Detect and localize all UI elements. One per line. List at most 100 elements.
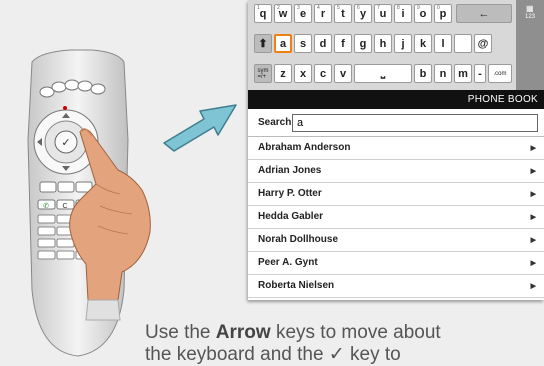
at-icon: @ (477, 37, 489, 50)
key-label: l (441, 37, 445, 50)
key-label: h (379, 37, 387, 50)
contact-row[interactable]: Harry P. Otter ▶ (248, 183, 544, 206)
key-label: a (279, 37, 287, 50)
key-x[interactable]: x (294, 64, 312, 83)
key-label: j (401, 37, 405, 50)
chevron-right-icon: ▶ (530, 145, 536, 152)
key-v[interactable]: v (334, 64, 352, 83)
key-num: 5 (337, 5, 340, 11)
contact-name: Harry P. Otter (258, 188, 322, 199)
contact-row[interactable]: Peer A. Gynt ▶ (248, 252, 544, 275)
space-icon: ⎵ (380, 67, 386, 79)
contact-name: Norah Dollhouse (258, 234, 339, 245)
dotcom-key[interactable]: .com (488, 64, 512, 83)
contact-row[interactable]: Hedda Gabler ▶ (248, 206, 544, 229)
key-blank[interactable] (454, 34, 472, 53)
key-label: w (278, 7, 288, 20)
dotcom-label: .com (493, 70, 507, 77)
contact-row[interactable]: Adrian Jones ▶ (248, 160, 544, 183)
contact-name: Adrian Jones (258, 165, 322, 176)
chevron-right-icon: ▶ (530, 191, 536, 198)
chevron-right-icon: ▶ (530, 168, 536, 175)
contact-row[interactable]: Abraham Anderson ▶ (248, 137, 544, 160)
key-y[interactable]: 6y (354, 4, 372, 23)
key-b[interactable]: b (414, 64, 432, 83)
shift-key[interactable]: ⬆ (254, 34, 272, 53)
search-label: Search (258, 117, 292, 128)
key-f[interactable]: f (334, 34, 352, 53)
key-r[interactable]: 4r (314, 4, 332, 23)
key-label: z (280, 67, 286, 80)
contact-row[interactable]: Norah Dollhouse ▶ (248, 229, 544, 252)
at-key[interactable]: @ (474, 34, 492, 53)
svg-text:✓: ✓ (61, 136, 70, 149)
key-u[interactable]: 7u (374, 4, 392, 23)
key-n[interactable]: n (434, 64, 452, 83)
key-t[interactable]: 5t (334, 4, 352, 23)
key-num: 4 (317, 5, 320, 11)
key-label: f (341, 37, 345, 50)
mode-label: 123 (525, 14, 536, 20)
key-label: o (419, 7, 427, 20)
key-i[interactable]: 8i (394, 4, 412, 23)
symbols-key[interactable]: sym =/+ (254, 64, 272, 83)
caption-bold: Arrow (215, 322, 271, 343)
key-label: y (359, 7, 367, 20)
svg-text:C: C (62, 203, 67, 210)
key-q[interactable]: 1q (254, 4, 272, 23)
key-j[interactable]: j (394, 34, 412, 53)
dash-key[interactable]: - (474, 64, 486, 83)
contact-list: Abraham Anderson ▶ Adrian Jones ▶ Harry P.… (248, 137, 544, 298)
search-input[interactable]: a (292, 114, 538, 132)
grid-icon: ▦ (526, 4, 534, 13)
caption-suffix: keys to move about (270, 322, 441, 343)
key-o[interactable]: 9o (414, 4, 432, 23)
key-s[interactable]: s (294, 34, 312, 53)
key-m[interactable]: m (454, 64, 472, 83)
keyboard-mode-key[interactable]: ▦ 123 (516, 0, 544, 90)
symbols-label: sym =/+ (257, 67, 269, 80)
backspace-icon: ← (478, 7, 490, 20)
key-num: 9 (417, 5, 420, 11)
key-h[interactable]: h (374, 34, 392, 53)
key-k[interactable]: k (414, 34, 432, 53)
chevron-right-icon: ▶ (530, 214, 536, 221)
dash-label: - (478, 67, 482, 80)
remote-control: ✓ ✆ C ✆ (27, 49, 151, 357)
pointer-arrow-icon (163, 104, 237, 152)
key-label: r (320, 7, 326, 20)
key-num: 7 (377, 5, 380, 11)
backspace-key[interactable]: ← (456, 4, 512, 23)
space-key[interactable]: ⎵ (354, 64, 412, 83)
key-e[interactable]: 3e (294, 4, 312, 23)
contact-row[interactable]: Roberta Nielsen ▶ (248, 275, 544, 298)
key-label: t (341, 7, 345, 20)
key-num: 1 (257, 5, 260, 11)
key-label: s (299, 37, 307, 50)
key-w[interactable]: 2w (274, 4, 292, 23)
page-title: PHONE BOOK (467, 94, 538, 105)
key-label: q (259, 7, 267, 20)
phone-book-title-bar: PHONE BOOK (248, 90, 544, 109)
key-num: 8 (397, 5, 400, 11)
key-p[interactable]: 0p (434, 4, 452, 23)
caption-line-2: the keyboard and the ✓ key to (145, 344, 401, 365)
key-l[interactable]: l (434, 34, 452, 53)
key-a[interactable]: a (274, 34, 292, 53)
search-row: Search a (248, 110, 544, 137)
key-c[interactable]: c (314, 64, 332, 83)
key-label: c (319, 67, 327, 80)
key-d[interactable]: d (314, 34, 332, 53)
key-g[interactable]: g (354, 34, 372, 53)
key-label: v (339, 67, 347, 80)
key-label: p (439, 7, 447, 20)
caption-line-1: Use the Arrow keys to move about (145, 322, 544, 344)
chevron-right-icon: ▶ (530, 283, 536, 290)
key-label: g (359, 37, 367, 50)
key-z[interactable]: z (274, 64, 292, 83)
contact-name: Hedda Gabler (258, 211, 324, 222)
contact-name: Abraham Anderson (258, 142, 351, 153)
svg-text:✆: ✆ (43, 202, 49, 210)
key-num: 6 (357, 5, 360, 11)
key-label: u (379, 7, 387, 20)
